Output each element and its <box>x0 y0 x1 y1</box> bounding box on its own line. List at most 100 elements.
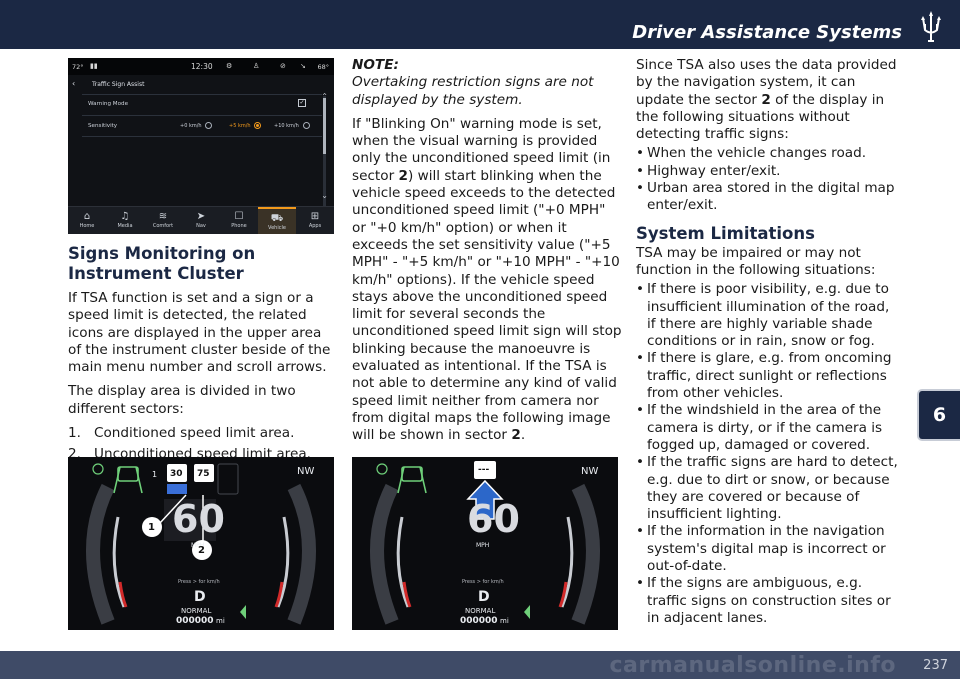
update-situations-list: When the vehicle changes road. Highway e… <box>636 145 898 214</box>
infotainment-screen-image: 72° ▮▮ 12:30 ⚙ ♙ ⊘ ↘ 68° ‹ Traffic Sign … <box>68 58 334 234</box>
lane-assist-icon <box>113 466 143 494</box>
chapter-tab[interactable]: 6 <box>919 391 960 439</box>
unit-hint: Press > for km/h <box>462 579 504 585</box>
option-0-radio[interactable] <box>205 122 212 129</box>
nav-comfort[interactable]: ≋ Comfort <box>144 207 182 234</box>
page-number: 237 <box>923 658 948 673</box>
sensitivity-label: Sensitivity <box>88 123 118 129</box>
option-10-label: +10 km/h <box>274 123 299 129</box>
speedometer-green-icon <box>376 463 388 475</box>
list-item: If the information in the navigation sys… <box>636 523 898 575</box>
speedometer-green-icon <box>92 463 104 475</box>
note-body: Overtaking restriction signs are not dis… <box>352 74 594 108</box>
nav-phone[interactable]: ☐ Phone <box>220 207 258 234</box>
seat-heat-icon: ▮▮ <box>90 62 98 70</box>
odometer-unit: mi <box>500 617 509 625</box>
column-3: Since TSA also uses the data provided by… <box>636 57 898 627</box>
limitations-list: If there is poor visibility, e.g. due to… <box>636 281 898 627</box>
chapter-number: 6 <box>932 404 947 426</box>
divider <box>82 94 322 95</box>
list-item: Urban area stored in the digital map ent… <box>636 180 898 215</box>
gear-indicator: D <box>478 589 490 605</box>
watermark: carmanualsonline.info <box>609 653 896 678</box>
snow-condition-icon <box>167 484 187 494</box>
paragraph: TSA may be impaired or may not function … <box>636 244 876 278</box>
seat-icon: ≋ <box>158 211 168 222</box>
note-title: NOTE: <box>352 57 399 73</box>
list-item: Highway enter/exit. <box>636 163 898 181</box>
speed-sign-b-value: 75 <box>197 469 210 479</box>
climate-icon: ↘ <box>300 62 306 70</box>
drive-mode: NORMAL <box>181 607 212 615</box>
nav-nav[interactable]: ➤ Nav <box>182 207 220 234</box>
paragraph: Since TSA also uses the data provided by… <box>636 57 897 143</box>
temp-right: 68° <box>317 63 329 71</box>
page-footer: carmanualsonline.info 237 <box>0 651 960 679</box>
music-note-icon: ♫ <box>120 211 130 222</box>
option-5-radio[interactable] <box>254 122 261 129</box>
phone-icon: ☐ <box>234 211 244 222</box>
speed-value: 60 <box>172 497 225 541</box>
list-item: If there is glare, e.g. from oncoming tr… <box>636 350 898 402</box>
callout-2-label: 2 <box>198 545 205 556</box>
sensitivity-row: Sensitivity +0 km/h +5 km/h +10 km/h <box>88 120 312 133</box>
paragraph: If TSA function is set and a sign or a s… <box>68 290 331 376</box>
status-bar: 72° ▮▮ 12:30 ⚙ ♙ ⊘ ↘ 68° <box>68 58 334 75</box>
scrollbar[interactable] <box>323 96 326 206</box>
nav-apps[interactable]: ⊞ Apps <box>296 207 334 234</box>
screen-titlebar: ‹ Traffic Sign Assist <box>68 77 334 92</box>
option-5-label: +5 km/h <box>229 123 251 129</box>
lane-assist-icon <box>397 466 427 494</box>
navigation-arrow-icon: ➤ <box>196 211 206 222</box>
paragraph: The display area is divided in two diffe… <box>68 383 296 417</box>
list-item: If the signs are ambiguous, e.g. traffic… <box>636 575 898 627</box>
list-item: When the vehicle changes road. <box>636 145 898 163</box>
unit-hint: Press > for km/h <box>178 579 220 585</box>
speed-sign-a-value: 30 <box>170 469 183 479</box>
settings-icon: ⚙ <box>226 62 233 70</box>
temp-left: 72° <box>72 63 84 71</box>
speed-value: 60 <box>467 497 520 541</box>
bottom-nav: ⌂ Home ♫ Media ≋ Comfort ➤ Nav ☐ Phone ⛟ Vehic… <box>68 206 334 234</box>
instrument-cluster-image-1: 30 75 1 NW 60 MPH 1 2 Press > for km/h D… <box>68 457 334 630</box>
column-1: Signs Monitoring on Instrument Cluster I… <box>68 244 336 468</box>
screen-title: Traffic Sign Assist <box>92 81 145 88</box>
odometer: 000000 <box>176 616 214 626</box>
no-limit-sign-value: --- <box>478 465 490 475</box>
nav-media[interactable]: ♫ Media <box>106 207 144 234</box>
column-2: NOTE: Overtaking restriction signs are n… <box>352 57 622 452</box>
nav-home[interactable]: ⌂ Home <box>68 207 106 234</box>
odometer: 000000 <box>460 616 498 626</box>
warning-mode-checkbox[interactable]: ✓ <box>298 99 306 107</box>
section-heading-signs: Signs Monitoring on Instrument Cluster <box>68 244 256 283</box>
trident-logo-icon <box>921 11 941 42</box>
list-item: If there is poor visibility, e.g. due to… <box>636 281 898 350</box>
speed-unit: MPH <box>476 542 490 549</box>
divider <box>82 136 322 137</box>
list-item: 1. Conditioned speed limit area. <box>68 425 295 442</box>
back-arrow-icon[interactable]: ‹ <box>72 79 75 88</box>
paragraph: If "Blinking On" warning mode is set, wh… <box>352 115 622 444</box>
warning-mode-row[interactable]: Warning Mode ✓ <box>88 98 312 111</box>
menu-number: 1 <box>152 470 158 479</box>
drive-mode: NORMAL <box>465 607 496 615</box>
option-0-label: +0 km/h <box>180 123 202 129</box>
section-title: Driver Assistance Systems <box>632 22 902 43</box>
odometer-unit: mi <box>216 617 225 625</box>
divider <box>82 115 322 116</box>
gear-indicator: D <box>194 589 206 605</box>
scroll-down-icon[interactable]: ⌄ <box>321 191 328 200</box>
home-icon: ⌂ <box>83 211 91 222</box>
option-10-radio[interactable] <box>303 122 310 129</box>
callout-1-label: 1 <box>148 522 155 533</box>
list-item: If the windshield in the area of the cam… <box>636 402 898 454</box>
nav-vehicle[interactable]: ⛟ Vehicle <box>258 207 296 234</box>
car-icon: ⛟ <box>270 213 284 224</box>
section-heading-limitations: System Limitations <box>636 223 815 243</box>
apps-grid-icon: ⊞ <box>310 211 320 222</box>
instrument-cluster-image-2: --- NW 60 MPH Press > for km/h D NORMAL … <box>352 457 618 630</box>
clock: 12:30 <box>191 62 213 71</box>
warning-mode-label: Warning Mode <box>88 101 129 107</box>
list-item: If the traffic signs are hard to detect,… <box>636 454 898 523</box>
compass-heading: NW <box>581 466 599 477</box>
